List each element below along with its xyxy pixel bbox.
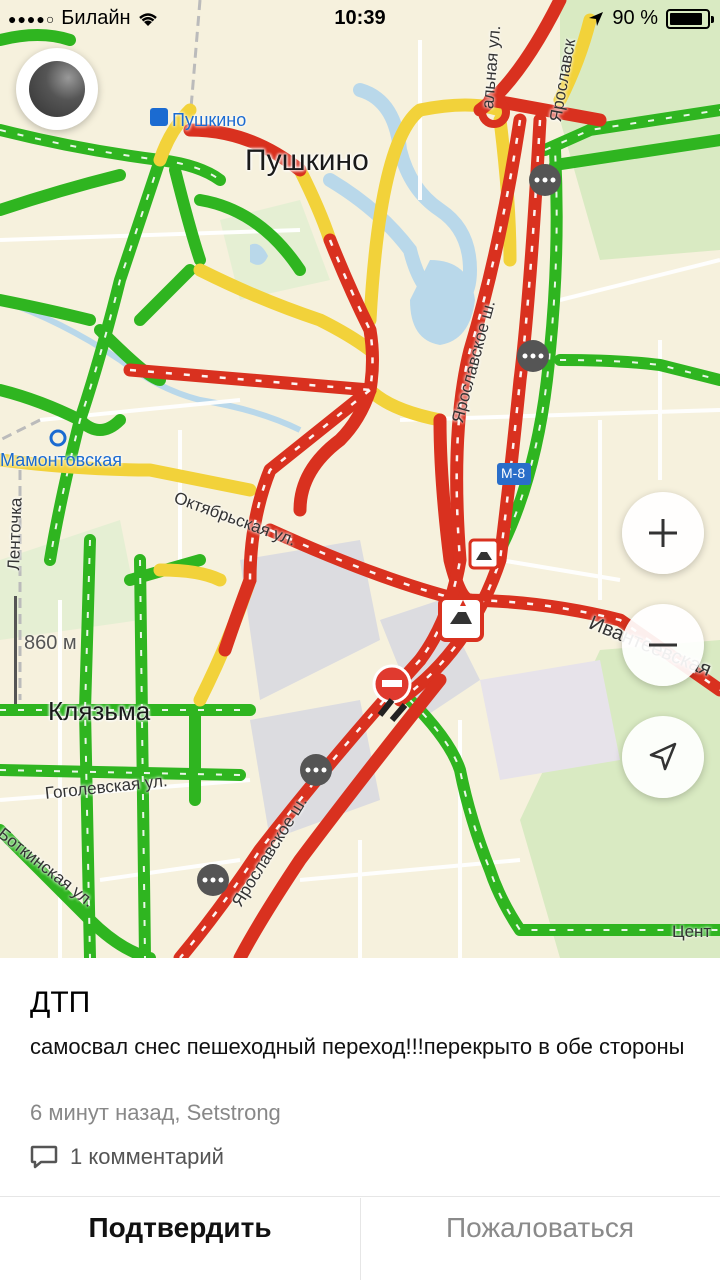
scale-bar <box>14 596 17 704</box>
scale-label: 860 м <box>24 632 77 654</box>
minus-icon <box>649 643 677 647</box>
street-label-lentochka: Ленточка <box>4 497 26 571</box>
street-label-centr: Цент <box>672 922 712 941</box>
event-title: ДТП <box>30 986 91 1019</box>
comment-bubble-icon <box>30 1145 58 1169</box>
zoom-out-button[interactable] <box>622 604 704 686</box>
city-label-pushkino: Пушкино <box>245 144 369 177</box>
event-details-sheet: ДТП самосвал снес пешеходный переход!!!п… <box>0 958 720 1280</box>
battery-fill <box>670 12 703 25</box>
highway-badge-m8: M-8 <box>501 465 526 481</box>
event-description: самосвал снес пешеходный переход!!!перек… <box>30 1034 685 1059</box>
station-label-pushkino[interactable]: Пушкино <box>172 110 246 131</box>
traffic-map[interactable]: Пушкино Пушкино Мамонтовская Клязьма Окт… <box>0 0 720 958</box>
status-bar: ●●●●○ Билайн 10:39 90 % <box>0 0 720 38</box>
confirm-button[interactable]: Подтвердить <box>0 1198 360 1258</box>
comments-count-label: 1 комментарий <box>70 1144 224 1169</box>
actions-divider <box>0 1196 720 1197</box>
plus-icon <box>649 519 677 547</box>
report-button[interactable]: Пожаловаться <box>360 1198 720 1258</box>
battery-icon <box>666 8 714 29</box>
my-location-button[interactable] <box>622 716 704 798</box>
zoom-in-button[interactable] <box>622 492 704 574</box>
comments-link[interactable]: 1 комментарий <box>30 1144 224 1170</box>
event-meta: 6 минут назад, Setstrong <box>30 1100 281 1125</box>
navigation-arrow-icon <box>649 742 677 771</box>
map-scale: 860 м <box>12 596 92 708</box>
assistant-icon <box>29 61 85 117</box>
station-label-mamontovskaya[interactable]: Мамонтовская <box>0 450 122 471</box>
location-services-icon <box>589 11 604 26</box>
voice-assistant-button[interactable] <box>16 48 98 130</box>
battery-percent: 90 % <box>612 7 658 29</box>
